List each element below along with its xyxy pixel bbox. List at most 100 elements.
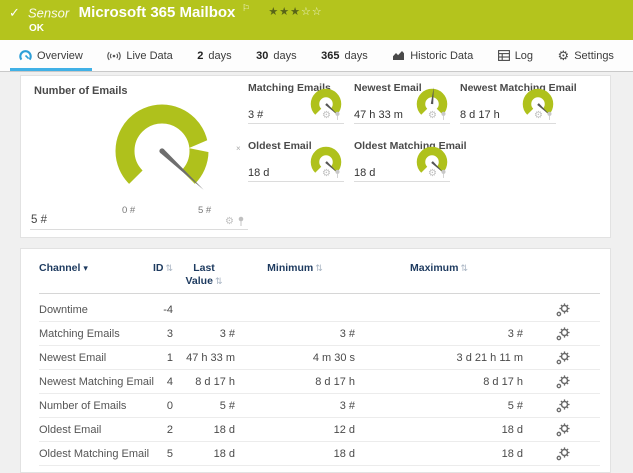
channel-name: Newest Email (39, 351, 107, 364)
minimum-value: 4 m 30 s (312, 351, 355, 364)
small-gauges-grid: Matching Emails 3 # ⚙ Newest Email 47 h … (248, 82, 577, 182)
channel-settings-gear-icon[interactable] (555, 303, 571, 317)
channel-settings-icon[interactable]: ⚙ (322, 111, 331, 121)
header-label: Channel (39, 262, 81, 274)
pin-icon[interactable] (440, 169, 447, 179)
gauge-marker-icon: × (236, 144, 241, 153)
channel-settings-gear-icon[interactable] (555, 327, 571, 341)
column-header-minimum[interactable]: Minimum ⇅ (235, 262, 355, 274)
channel-name: Newest Matching Email (39, 375, 154, 388)
tab-365-days[interactable]: 365 days (316, 40, 373, 71)
flag-icon[interactable]: ⚐ (242, 3, 250, 13)
column-header-channel[interactable]: Channel ▾ (39, 262, 151, 274)
column-header-maximum[interactable]: Maximum ⇅ (355, 262, 523, 274)
sort-icon[interactable]: ⇅ (215, 276, 223, 286)
status-badge: OK (29, 23, 44, 34)
channel-settings-icon[interactable]: ⚙ (322, 169, 331, 179)
gauge-current-value: 47 h 33 m (354, 109, 403, 121)
gauge-current-value: 18 d (248, 167, 270, 179)
channel-settings-icon[interactable]: ⚙ (225, 216, 234, 227)
tab-2-days[interactable]: 2 days (192, 40, 236, 71)
tab-label: Historic Data (410, 49, 474, 62)
gauge-icon (19, 50, 32, 61)
table-row-newest-email: Newest Email 1 47 h 33 m 4 m 30 s 3 d 21… (39, 346, 600, 371)
status-ok-check-icon: ✓ (9, 5, 20, 20)
gauge-current-value: 5 # (31, 214, 47, 226)
channel-table-header: Channel ▾ ID ⇅ Last Value ⇅ Minimum ⇅ Maximu… (39, 262, 600, 295)
table-row-oldest-email: Oldest Email 2 18 d 12 d 18 d (39, 418, 600, 443)
gear-icon: ⚙ (557, 48, 570, 63)
channel-settings-gear-icon[interactable] (555, 399, 571, 413)
pin-icon[interactable] (440, 111, 447, 121)
tab-historic-data[interactable]: Historic Data (387, 40, 478, 71)
channel-id: 4 (166, 375, 173, 388)
gauge-scale-min: 0 # (122, 205, 136, 216)
channel-id: 5 (166, 447, 173, 460)
pin-icon[interactable] (546, 111, 553, 121)
tab-number: 30 (256, 49, 269, 62)
pin-icon[interactable] (334, 169, 341, 179)
channel-settings-icon[interactable]: ⚙ (428, 169, 437, 179)
minimum-value: 18 d (333, 447, 355, 460)
tab-30-days[interactable]: 30 days (251, 40, 302, 71)
channel-id: 2 (166, 423, 173, 436)
channel-settings-gear-icon[interactable] (555, 447, 571, 461)
priority-stars[interactable]: ★★★☆☆ (268, 6, 322, 18)
minimum-value: 12 d (333, 423, 355, 436)
table-row-downtime: Downtime -4 (39, 298, 600, 323)
tab-number: 2 (197, 49, 204, 62)
sort-icon[interactable]: ⇅ (315, 263, 323, 273)
channel-settings-gear-icon[interactable] (555, 375, 571, 389)
table-row-oldest-matching-email: Oldest Matching Email 5 18 d 18 d 18 d (39, 442, 600, 467)
channel-settings-gear-icon[interactable] (555, 351, 571, 365)
last-value: 8 d 17 h (195, 375, 235, 388)
chevron-down-icon[interactable]: ▾ (83, 263, 88, 273)
channel-id: -4 (163, 303, 173, 316)
pin-icon[interactable] (334, 111, 341, 121)
maximum-value: 3 # (507, 327, 523, 340)
sensor-tabbar: Overview Live Data 2 days 30 days 365 da… (0, 40, 633, 72)
column-header-id[interactable]: ID ⇅ (151, 262, 173, 274)
channel-id: 0 (166, 399, 173, 412)
number-of-emails-gauge (115, 104, 213, 190)
last-value: 18 d (213, 447, 235, 460)
tab-label: Overview (37, 49, 83, 62)
maximum-value: 18 d (501, 447, 523, 460)
channel-name: Oldest Email (39, 423, 102, 436)
channel-id: 3 (166, 327, 173, 340)
header-label-line2: Value (185, 275, 213, 288)
header-label: Minimum (267, 262, 314, 274)
header-label: Maximum (410, 262, 459, 274)
channel-name: Oldest Matching Email (39, 447, 150, 460)
tab-overview[interactable]: Overview (10, 40, 92, 71)
gauge-current-value: 18 d (354, 167, 376, 179)
sensor-title: Microsoft 365 Mailbox (78, 4, 236, 22)
channel-name: Number of Emails (39, 399, 127, 412)
channel-settings-icon[interactable]: ⚙ (534, 111, 543, 121)
tab-number: 365 (321, 49, 340, 62)
stars-empty: ☆☆ (300, 6, 323, 19)
last-value: 47 h 33 m (186, 351, 235, 364)
gauge-tile-newest-matching-email: Newest Matching Email 8 d 17 h ⚙ (460, 82, 577, 124)
log-table-icon (497, 50, 510, 61)
sort-icon[interactable]: ⇅ (460, 263, 468, 273)
table-row-matching-emails: Matching Emails 3 3 # 3 # 3 # (39, 322, 600, 347)
gauge-title: Newest Matching Email (460, 82, 577, 94)
tab-label: days (208, 49, 232, 62)
column-header-last-value[interactable]: Last Value ⇅ (173, 262, 235, 288)
channel-settings-icon[interactable]: ⚙ (428, 111, 437, 121)
maximum-value: 8 d 17 h (483, 375, 523, 388)
tab-label: Settings (574, 49, 614, 62)
tab-log[interactable]: Log (493, 40, 538, 71)
channel-settings-gear-icon[interactable] (555, 423, 571, 437)
sensor-page: ✓ Sensor Microsoft 365 Mailbox ⚐ ★★★☆☆ O… (0, 0, 633, 473)
table-row-number-of-emails: Number of Emails 0 5 # 3 # 5 # (39, 394, 600, 419)
tab-label: days (344, 49, 368, 62)
tab-live-data[interactable]: Live Data (102, 40, 177, 71)
tab-label: days (273, 49, 297, 62)
gauge-tile-newest-email: Newest Email 47 h 33 m ⚙ (354, 82, 450, 124)
sort-icon[interactable]: ⇅ (165, 263, 173, 273)
pin-icon[interactable] (237, 216, 245, 227)
tab-settings[interactable]: ⚙ Settings (553, 40, 619, 71)
gauge-tile-oldest-matching-email: Oldest Matching Email 18 d ⚙ (354, 140, 467, 182)
